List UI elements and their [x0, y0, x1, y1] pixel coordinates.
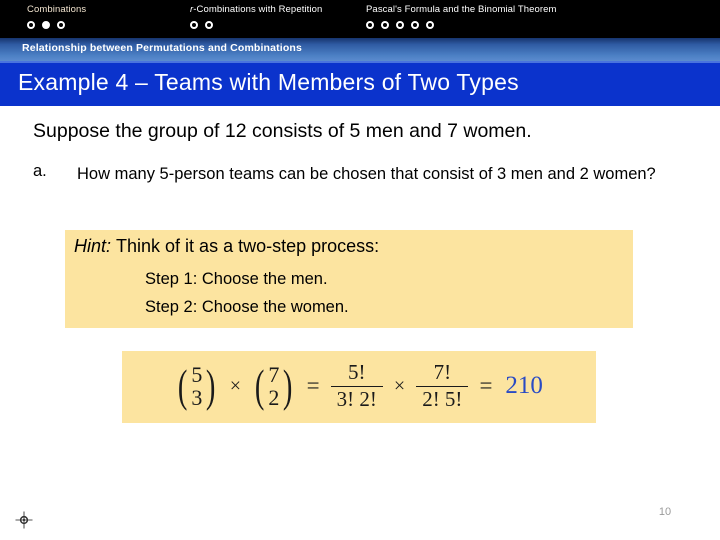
nav-dot[interactable] — [190, 21, 198, 29]
binom2-top: 7 — [268, 361, 280, 387]
nav-progress-dots — [27, 21, 86, 29]
nav-dot-active[interactable] — [42, 21, 50, 29]
formula-result: 210 — [505, 372, 543, 399]
hint-label: Hint: — [74, 236, 112, 256]
binom2-bottom: 2 — [268, 385, 280, 410]
nav-group-combinations[interactable]: Combinations — [27, 0, 86, 29]
question-marker: a. — [33, 162, 47, 180]
nav-group-label: Pascal's Formula and the Binomial Theore… — [366, 4, 557, 15]
section-bar: Relationship between Permutations and Co… — [0, 38, 720, 61]
fraction1-numerator: 5! — [348, 359, 366, 384]
hint-step-1: Step 1: Choose the men. — [145, 270, 328, 288]
nav-group-r-combinations-with-repetition[interactable]: r-Combinations with Repetition — [190, 0, 322, 29]
equals-sign-2: = — [479, 373, 493, 398]
question-text: How many 5-person teams can be chosen th… — [77, 165, 656, 183]
nav-dot[interactable] — [411, 21, 419, 29]
nav-group-pascals-formula[interactable]: Pascal's Formula and the Binomial Theore… — [366, 0, 557, 29]
hint-text: Think of it as a two-step process: — [116, 236, 380, 256]
right-paren-icon: ) — [283, 360, 293, 412]
binom1-top: 5 — [191, 361, 203, 387]
top-navigation-bar: Combinations r-Combinations with Repetit… — [0, 0, 720, 38]
question-item-a: a. How many 5-person teams can be chosen… — [33, 162, 673, 187]
fraction2-numerator: 7! — [433, 359, 452, 384]
fraction-5-over-3fact2fact: 5! 3! 2! — [330, 359, 383, 412]
right-paren-icon: ) — [206, 360, 216, 412]
binom1-bottom: 3 — [191, 385, 203, 410]
left-paren-icon: ( — [254, 360, 265, 412]
nav-dot[interactable] — [205, 21, 213, 29]
fraction1-denominator: 3! 2! — [330, 385, 383, 412]
equals-sign-1: = — [306, 373, 320, 398]
nav-dot[interactable] — [57, 21, 65, 29]
lead-statement: Suppose the group of 12 consists of 5 me… — [33, 120, 532, 142]
nav-dot[interactable] — [366, 21, 374, 29]
multiplication-sign-2: × — [393, 374, 406, 397]
compass-crosshair-icon — [14, 510, 34, 530]
nav-group-label: r-Combinations with Repetition — [190, 4, 323, 15]
slide-content: Suppose the group of 12 consists of 5 me… — [0, 106, 720, 540]
page-number: 10 — [658, 506, 672, 518]
nav-progress-dots — [366, 21, 557, 29]
nav-dot[interactable] — [27, 21, 35, 29]
nav-group-label: Combinations — [27, 4, 87, 15]
left-paren-icon: ( — [177, 360, 188, 412]
formula-callout: ( 5 3 ) × ( 7 2 ) = 5! 3! 2! × 7! 2! 5! … — [122, 351, 596, 423]
nav-progress-dots — [190, 21, 322, 29]
fraction-7-over-2fact5fact: 7! 2! 5! — [416, 359, 469, 412]
slide-title-bar: Example 4 – Teams with Members of Two Ty… — [0, 61, 720, 106]
nav-dot[interactable] — [396, 21, 404, 29]
fraction2-denominator: 2! 5! — [416, 385, 469, 412]
nav-dot[interactable] — [381, 21, 389, 29]
binomial-5-choose-3: ( 5 3 ) — [175, 360, 219, 412]
section-title: Relationship between Permutations and Co… — [22, 42, 302, 54]
binomial-7-choose-2: ( 7 2 ) — [252, 360, 296, 412]
nav-dot[interactable] — [426, 21, 434, 29]
multiplication-sign: × — [229, 374, 242, 397]
hint-step-2: Step 2: Choose the women. — [145, 298, 349, 316]
page-title: Example 4 – Teams with Members of Two Ty… — [18, 69, 519, 95]
hint-callout: Hint: Think of it as a two-step process:… — [65, 230, 633, 328]
combination-formula: ( 5 3 ) × ( 7 2 ) = 5! 3! 2! × 7! 2! 5! … — [175, 359, 543, 412]
hint-heading: Hint: Think of it as a two-step process: — [74, 236, 379, 257]
